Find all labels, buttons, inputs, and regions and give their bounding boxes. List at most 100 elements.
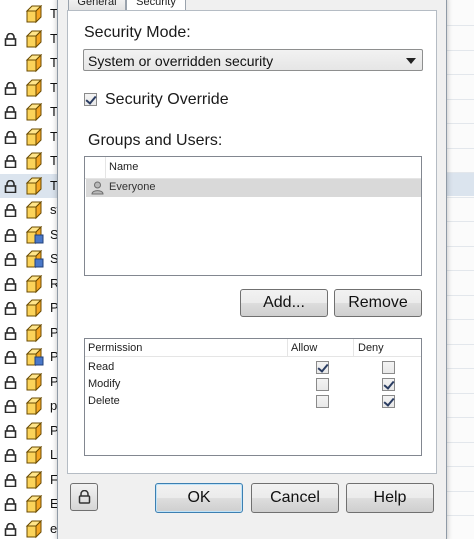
background-row-divider [446,25,474,26]
background-row-divider [446,368,474,369]
tree-row[interactable]: Se [0,223,60,247]
name-column-header[interactable]: Name [109,161,138,173]
security-mode-dropdown[interactable]: System or overridden security [83,49,423,71]
tree-row[interactable]: T [0,27,60,51]
tree-row[interactable]: T [0,76,60,100]
background-row-divider [446,172,474,173]
tree-row[interactable]: pr [0,394,60,418]
help-button[interactable]: Help [346,483,434,513]
part-cube-icon [24,103,44,122]
lock-icon [4,326,17,340]
tree-row[interactable]: T [0,51,60,75]
tree-row[interactable]: T [0,149,60,173]
tree-row[interactable]: er [0,517,60,539]
lock-icon [4,277,17,291]
part-cube-icon [24,397,44,416]
security-mode-value: System or overridden security [88,53,274,69]
modify-deny-checkbox[interactable] [382,378,395,391]
part-cube-icon [24,348,44,367]
part-cube-icon [24,5,44,24]
tree-row[interactable]: Er [0,492,60,516]
deny-column-header: Deny [358,342,384,354]
tab-security-label: Security [136,0,176,8]
part-cube-icon [24,421,44,441]
part-cube-icon [24,323,44,343]
part-cube-icon [24,446,44,465]
header-divider [85,356,421,357]
part-cube-icon [24,201,44,220]
groups-list-header: Name [85,157,421,179]
security-mode-label: Security Mode: [84,24,191,41]
tree-row[interactable]: T [0,125,60,149]
add-button[interactable]: Add... [240,289,328,317]
background-row-divider [446,490,474,492]
allow-column-header: Allow [291,342,318,354]
background-tree: TTTTTTTTstSeSeRePrPrPrPrprPrLoFiErer [0,0,60,539]
background-row-divider [446,466,474,467]
background-row-divider [446,147,474,149]
lock-icon [4,449,17,462]
part-cube-icon [24,225,44,245]
background-row-divider [446,417,474,418]
lock-icon [4,130,17,144]
tree-row[interactable]: st [0,198,60,222]
background-row-divider [446,270,474,271]
cancel-button[interactable]: Cancel [251,483,339,513]
tree-row[interactable]: T [0,173,60,198]
ok-button[interactable]: OK [155,483,243,513]
tree-row[interactable]: T [0,100,60,124]
part-cube-icon [24,250,44,269]
tree-row[interactable]: Fi [0,468,60,492]
lock-icon [4,302,17,315]
modify-allow-checkbox[interactable] [316,378,329,391]
remove-button[interactable]: Remove [334,289,422,317]
background-row-divider [446,196,474,198]
list-item-everyone[interactable]: Everyone [86,179,421,197]
tree-row[interactable]: Pr [0,419,60,443]
tree-row[interactable]: Re [0,272,60,296]
tree-row[interactable]: T [0,2,60,26]
lock-icon [4,375,17,389]
part-cube-icon [24,519,44,539]
part-cube-icon [24,29,44,49]
lock-icon [78,490,91,504]
permission-modify-label: Modify [88,378,121,390]
tree-row[interactable]: Pr [0,296,60,320]
background-row-divider [446,294,474,296]
tree-row[interactable]: Se [0,247,60,271]
delete-allow-checkbox[interactable] [316,395,329,408]
background-row-divider [446,343,474,345]
tab-general-label: General [77,0,117,8]
read-deny-checkbox[interactable] [382,361,395,374]
security-override-checkbox[interactable] [84,93,97,106]
part-cube-icon [24,127,44,147]
background-row-divider [446,123,474,124]
lock-icon [4,522,17,536]
groups-users-label: Groups and Users: [88,132,223,149]
background-row-divider [446,245,474,247]
lock-icon [4,155,17,168]
tree-row[interactable]: Pr [0,321,60,345]
part-cube-icon [24,274,44,294]
lock-icon [4,228,17,242]
background-row-divider [446,98,474,100]
groups-users-list[interactable]: Name Everyone [84,156,422,276]
lock-icon [4,32,17,46]
permission-read-label: Read [88,361,115,373]
lock-icon [4,400,17,413]
delete-deny-checkbox[interactable] [382,395,395,408]
lock-icon [4,424,17,438]
background-row-divider [446,515,474,516]
background-selected-row-highlight [446,172,474,196]
part-cube-icon [24,78,44,98]
tree-row[interactable]: Lo [0,443,60,467]
tree-row[interactable]: Pr [0,370,60,394]
lock-icon [4,351,17,364]
lock-button[interactable] [70,483,98,511]
header-separator [353,339,354,356]
tree-row[interactable]: Pr [0,345,60,369]
read-allow-checkbox[interactable] [316,361,329,374]
part-cube-icon [24,152,44,171]
lock-icon [4,498,17,511]
part-cube-icon [24,176,44,196]
